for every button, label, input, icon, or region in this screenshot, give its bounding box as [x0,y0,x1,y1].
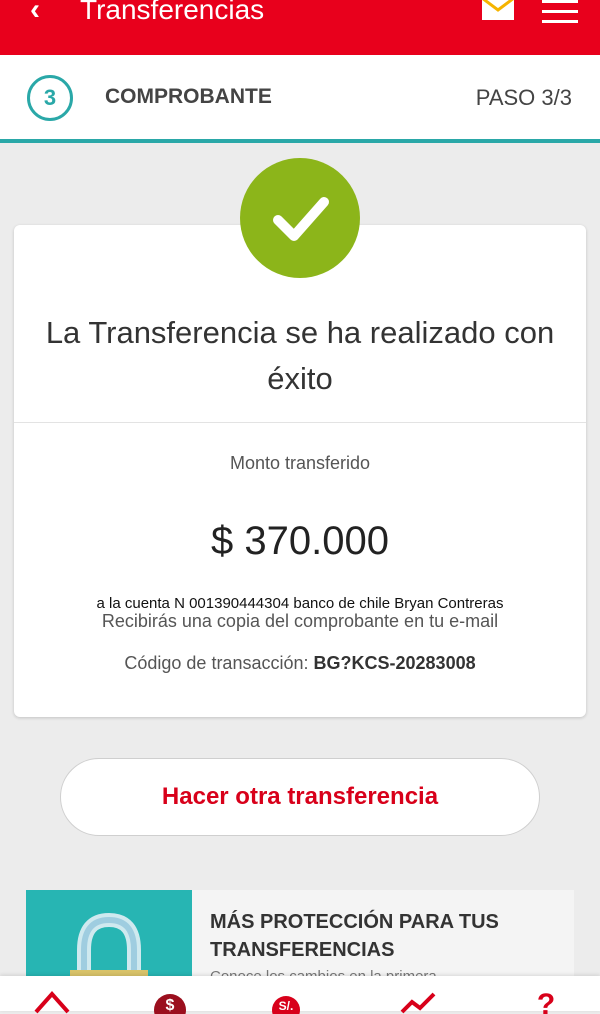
divider [14,422,586,423]
destination-account: a la cuenta N 001390444304 banco de chil… [96,595,504,612]
chevron-left-icon: ‹ [30,0,40,26]
help-icon[interactable]: ? [526,988,566,1014]
page-title: Transferencias [80,0,265,25]
svg-text:$: $ [166,997,175,1014]
chart-icon[interactable] [398,988,438,1014]
hamburger-menu-icon[interactable] [540,0,580,26]
promo-title-line2: TRANSFERENCIAS [210,939,395,961]
success-message: La Transferencia se ha realizado con éxi… [45,315,555,396]
amount-label: Monto transferido [229,453,371,473]
check-circle-icon [240,158,360,278]
promo-banner[interactable]: MÁS PROTECCIÓN PARA TUS TRANSFERENCIAS C… [26,890,574,985]
promo-title: MÁS PROTECCIÓN PARA TUS TRANSFERENCIAS [210,908,499,964]
home-icon[interactable] [32,988,72,1014]
transaction-code-label: Código de transacción: [124,653,309,673]
email-copy-notice: Recibirás una copia del comprobante en t… [101,611,499,631]
promo-title-line1: MÁS PROTECCIÓN PARA TUS [210,911,499,933]
mail-icon[interactable] [478,0,518,22]
step-progress-line [0,139,600,143]
lock-icon [26,890,192,985]
step-label: COMPROBANTE [105,85,272,108]
bottom-navigation: $ S/. ? [0,976,600,1014]
dollar-icon[interactable]: $ [150,988,190,1014]
back-button[interactable]: ‹ [30,0,40,28]
receipt-card: La Transferencia se ha realizado con éxi… [14,225,586,717]
step-count: PASO 3/3 [475,85,572,110]
step-number-badge: 3 [27,75,73,121]
transfer-amount: $ 370.000 [211,519,389,563]
exchange-icon[interactable]: S/. [270,988,310,1014]
another-transfer-button[interactable]: Hacer otra transferencia [60,758,540,836]
app-header: ‹ Transferencias [0,0,600,55]
transaction-code-value: BG?KCS-20283008 [313,653,476,673]
svg-text:?: ? [537,988,555,1014]
transaction-code: Código de transacción: BG?KCS-20283008 [14,653,586,674]
step-indicator: 3 COMPROBANTE PASO 3/3 [0,55,600,139]
